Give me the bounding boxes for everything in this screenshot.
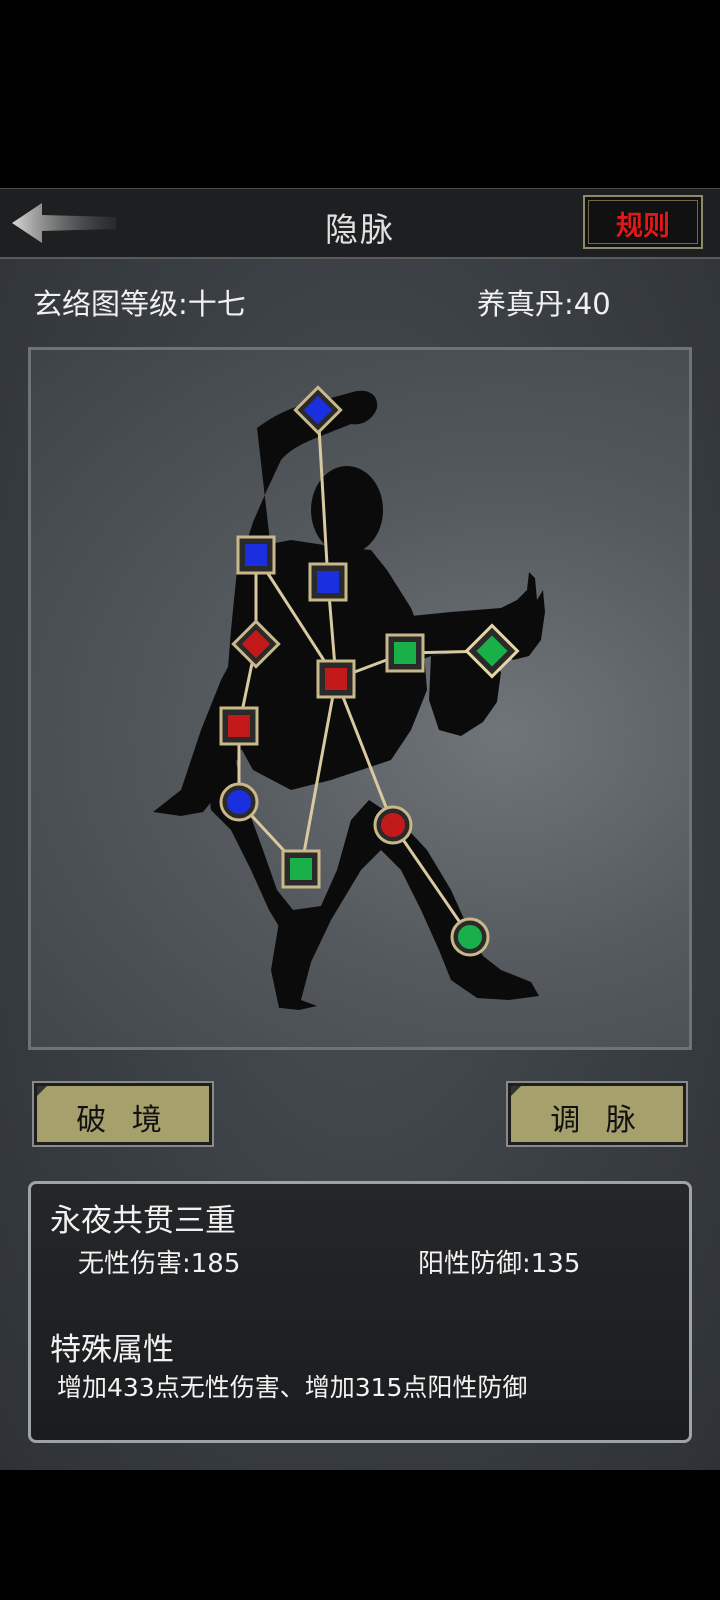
meridian-node-left-knee[interactable] bbox=[281, 849, 321, 889]
meridian-node-left-shoulder[interactable] bbox=[236, 535, 276, 575]
meridian-node-center[interactable] bbox=[316, 659, 356, 699]
pill-count-text: 养真丹:40 bbox=[477, 287, 611, 321]
meridian-map-panel bbox=[28, 347, 692, 1050]
adjust-meridian-label: 调 脉 bbox=[550, 1103, 644, 1138]
meridian-node-left-waist[interactable] bbox=[219, 706, 259, 746]
special-attribute-text: 增加433点无性伤害、增加315点阳性防御 bbox=[57, 1373, 528, 1402]
system-bar bbox=[0, 1470, 720, 1600]
meridian-node-left-hip[interactable] bbox=[219, 782, 259, 822]
meridian-map bbox=[153, 385, 545, 1010]
chart-level-text: 玄络图等级:十七 bbox=[33, 287, 246, 321]
meridian-node-neck[interactable] bbox=[308, 562, 348, 602]
attribute-panel: 永夜共贯三重 无性伤害:185 阳性防御:135 特殊属性 增加433点无性伤害… bbox=[28, 1181, 692, 1443]
meridian-node-right-foot[interactable] bbox=[450, 917, 490, 957]
break-realm-label: 破 境 bbox=[76, 1103, 170, 1138]
rules-button-label: 规则 bbox=[616, 211, 670, 242]
special-attribute-title: 特殊属性 bbox=[50, 1332, 174, 1368]
martial-artist-silhouette bbox=[153, 390, 545, 1010]
meridian-node-right-knee[interactable] bbox=[373, 805, 413, 845]
attribute-right: 阳性防御:135 bbox=[418, 1249, 581, 1279]
top-bar: 隐脉 规则 bbox=[0, 188, 720, 259]
attribute-left: 无性伤害:185 bbox=[78, 1249, 241, 1279]
break-realm-button[interactable]: 破 境 bbox=[32, 1081, 214, 1147]
meridian-node-right-arm[interactable] bbox=[385, 633, 425, 673]
rules-button[interactable]: 规则 bbox=[583, 195, 703, 249]
set-name: 永夜共贯三重 bbox=[50, 1203, 236, 1239]
adjust-meridian-button[interactable]: 调 脉 bbox=[506, 1081, 688, 1147]
